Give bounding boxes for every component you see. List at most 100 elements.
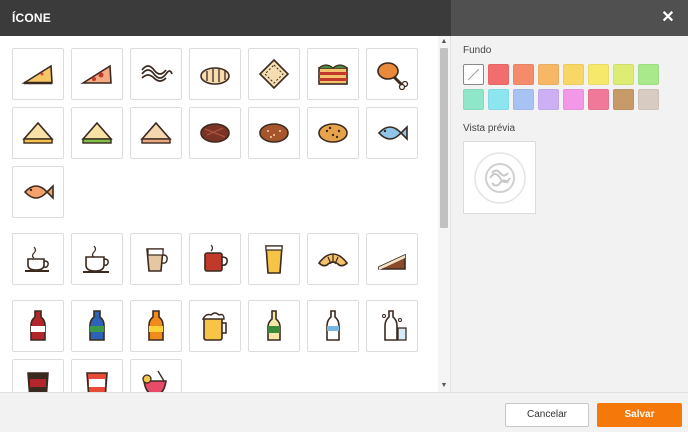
icon-tile-coffee-mug[interactable]	[71, 233, 123, 285]
pizza-slice-pepperoni-icon	[80, 64, 112, 84]
color-swatch[interactable]	[513, 89, 534, 110]
coffee-mug-icon	[83, 245, 109, 273]
background-label: Fundo	[463, 45, 492, 56]
icon-tile-croissant[interactable]	[307, 233, 359, 285]
beer-glass-icon	[265, 245, 283, 274]
sandwich-icon	[140, 121, 172, 144]
icon-tile-beer-glass[interactable]	[248, 233, 300, 285]
icon-tile-orange-soda-bottle[interactable]	[130, 300, 182, 352]
color-swatch[interactable]	[563, 64, 584, 85]
color-swatch[interactable]	[488, 89, 509, 110]
color-swatch[interactable]	[538, 89, 559, 110]
icon-tile-bread-roll[interactable]	[189, 48, 241, 100]
header-right-section: ✕	[451, 0, 688, 36]
color-swatches	[463, 64, 668, 110]
icon-tile-cola-cup[interactable]	[12, 359, 64, 392]
icon-tile-beer-mug[interactable]	[189, 300, 241, 352]
icon-tile-espresso-cup[interactable]	[12, 233, 64, 285]
icon-group	[12, 300, 430, 392]
icon-tile-latte-glass[interactable]	[130, 233, 182, 285]
icon-tile-sandwich-green[interactable]	[71, 107, 123, 159]
orange-soda-bottle-icon	[148, 310, 164, 341]
cheese-sandwich-icon	[22, 121, 54, 144]
icon-row	[12, 166, 430, 218]
water-bottle-icon	[326, 310, 340, 341]
icon-tile-pizza-slice[interactable]	[12, 48, 64, 100]
icon-tile-sandwich[interactable]	[130, 107, 182, 159]
dialog-header: ÍCONE ✕	[0, 0, 688, 36]
icon-grid-pane	[0, 36, 451, 392]
pasta-icon	[141, 65, 173, 82]
icon-tile-beer-bottle[interactable]	[248, 300, 300, 352]
icon-tile-lasagna[interactable]	[307, 48, 359, 100]
icon-row	[12, 300, 430, 352]
preview-label: Vista prévia	[463, 123, 516, 134]
tea-mug-icon	[204, 244, 228, 272]
scroll-down-arrow-icon[interactable]: ▼	[438, 381, 450, 391]
icon-tile-pasta[interactable]	[130, 48, 182, 100]
icon-preview	[463, 141, 536, 214]
red-soda-cup-icon	[86, 372, 108, 392]
cola-cup-icon	[27, 372, 49, 392]
icon-tile-focaccia[interactable]	[307, 107, 359, 159]
icon-group	[12, 48, 430, 218]
chicken-leg-icon	[377, 62, 409, 91]
icon-tile-tea-mug[interactable]	[189, 233, 241, 285]
color-swatch[interactable]	[563, 89, 584, 110]
icon-tile-ravioli[interactable]	[248, 48, 300, 100]
icon-tile-fish-blue[interactable]	[366, 107, 418, 159]
scrollbar[interactable]: ▲ ▼	[438, 36, 450, 392]
color-swatch[interactable]	[613, 64, 634, 85]
scroll-up-arrow-icon[interactable]: ▲	[438, 37, 450, 47]
icon-tile-chicken-leg[interactable]	[366, 48, 418, 100]
espresso-cup-icon	[25, 246, 49, 272]
color-swatch[interactable]	[638, 89, 659, 110]
water-bottle-glass-icon	[382, 310, 407, 341]
icon-tile-cheese-sandwich[interactable]	[12, 107, 64, 159]
steak-icon	[200, 123, 230, 143]
cocktail-icon	[142, 370, 167, 392]
dialog-title: ÍCONE	[12, 11, 52, 25]
focaccia-icon	[318, 123, 348, 143]
croissant-icon	[317, 253, 349, 267]
sandwich-green-icon	[81, 121, 113, 144]
icon-row	[12, 48, 430, 100]
cake-slice-icon	[378, 253, 406, 270]
color-swatch[interactable]	[538, 64, 559, 85]
icon-row	[12, 107, 430, 159]
fish-blue-icon	[377, 125, 408, 141]
no-color-swatch[interactable]	[463, 64, 484, 85]
icon-tile-steak[interactable]	[189, 107, 241, 159]
latte-glass-icon	[146, 248, 168, 272]
color-swatch[interactable]	[588, 89, 609, 110]
ravioli-icon	[258, 58, 290, 90]
beer-bottle-icon	[267, 310, 281, 341]
cancel-button[interactable]: Cancelar	[505, 403, 589, 427]
icon-tile-water-bottle-glass[interactable]	[366, 300, 418, 352]
icon-row	[12, 359, 430, 392]
icon-tile-red-soda-cup[interactable]	[71, 359, 123, 392]
icon-tile-fish-orange[interactable]	[12, 166, 64, 218]
color-swatch[interactable]	[488, 64, 509, 85]
icon-tile-cola-bottle[interactable]	[12, 300, 64, 352]
pasta-preview-icon	[473, 151, 526, 204]
beer-mug-icon	[201, 312, 227, 341]
icon-tile-cocktail[interactable]	[130, 359, 182, 392]
save-button[interactable]: Salvar	[597, 403, 682, 427]
color-swatch[interactable]	[513, 64, 534, 85]
bread-loaf-icon	[259, 123, 289, 143]
close-icon[interactable]: ✕	[658, 8, 678, 28]
icon-tile-pizza-slice-pepperoni[interactable]	[71, 48, 123, 100]
color-swatch[interactable]	[638, 64, 659, 85]
scroll-thumb[interactable]	[440, 48, 448, 228]
lasagna-icon	[318, 64, 348, 85]
icon-tile-bread-loaf[interactable]	[248, 107, 300, 159]
icon-tile-soda-bottle-green[interactable]	[71, 300, 123, 352]
cola-bottle-icon	[30, 310, 46, 341]
icon-tile-water-bottle[interactable]	[307, 300, 359, 352]
color-swatch[interactable]	[613, 89, 634, 110]
color-swatch[interactable]	[588, 64, 609, 85]
icon-tile-cake-slice[interactable]	[366, 233, 418, 285]
bread-roll-icon	[200, 67, 230, 85]
color-swatch[interactable]	[463, 89, 484, 110]
